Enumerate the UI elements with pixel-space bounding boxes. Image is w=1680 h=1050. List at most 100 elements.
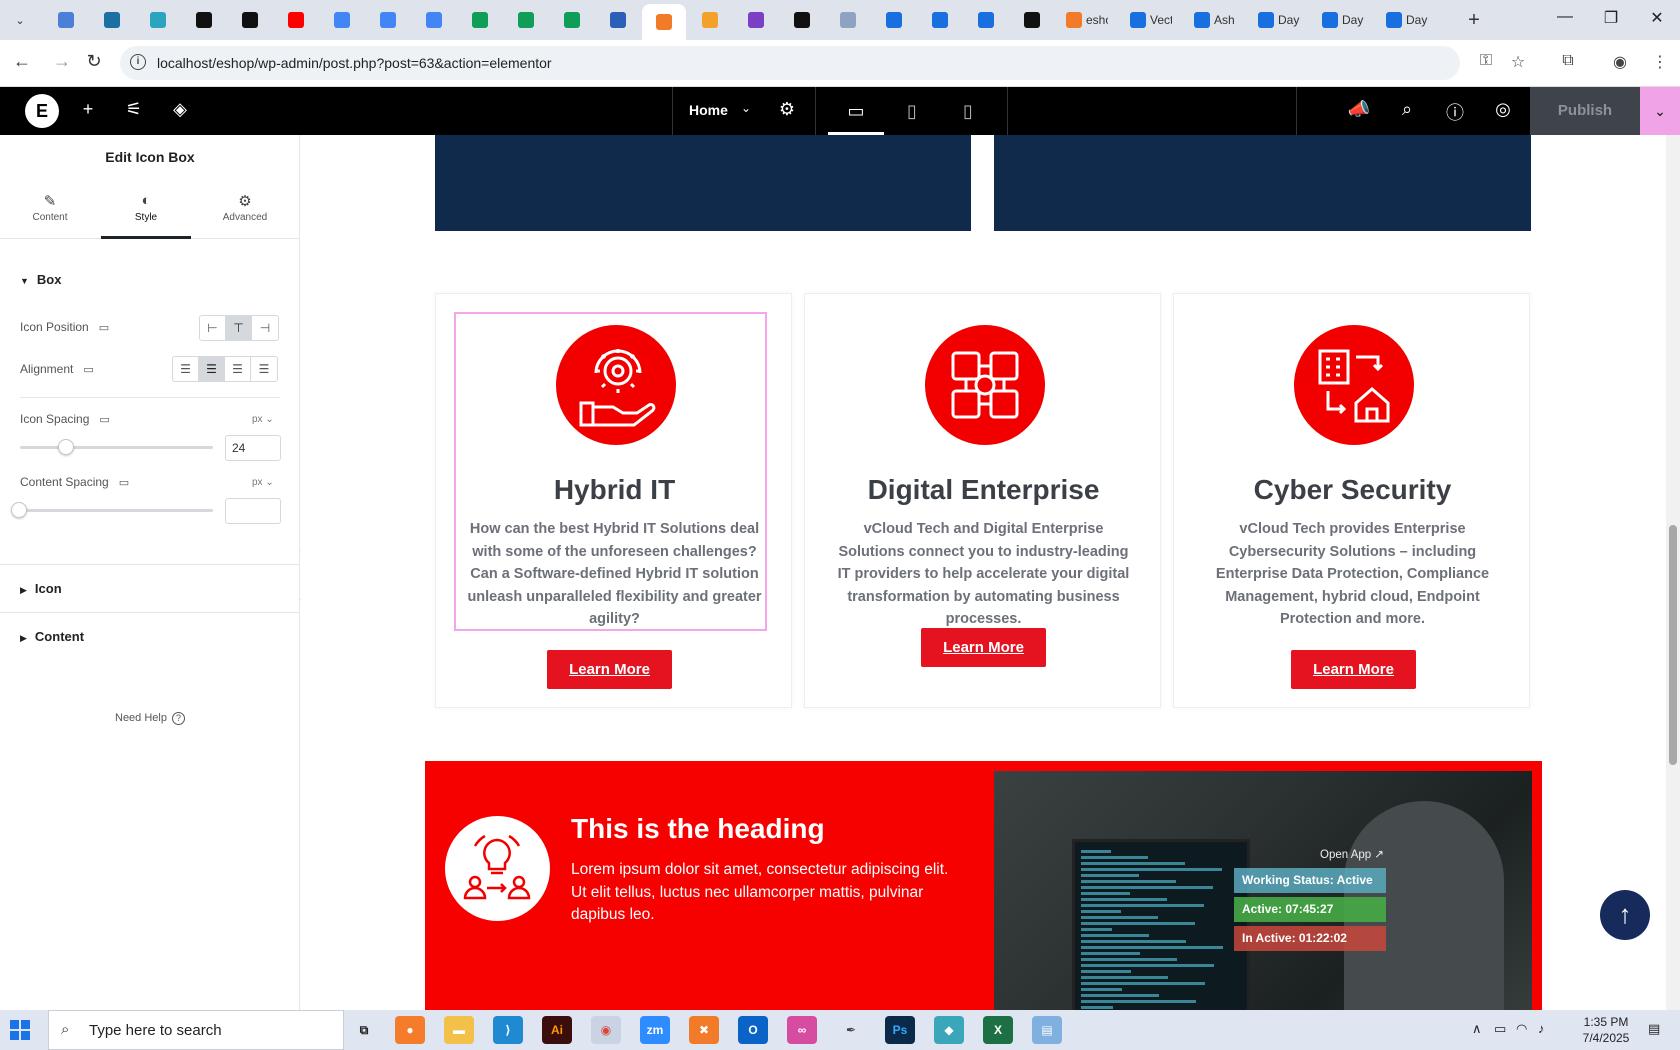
windows-start-icon[interactable] xyxy=(10,1020,30,1040)
xampp-icon[interactable]: ✖ xyxy=(689,1016,719,1044)
lightbulb-ideas-team-icon[interactable] xyxy=(445,816,550,921)
align-justify-icon[interactable]: ☰ xyxy=(251,357,277,381)
desktop-responsive-icon[interactable]: ▭ xyxy=(119,476,129,489)
browser-tab[interactable]: Day xyxy=(1312,6,1374,34)
photoshop-icon[interactable]: Ps xyxy=(885,1016,915,1044)
icon-box-card[interactable]: Digital Enterprise vCloud Tech and Digit… xyxy=(804,293,1161,708)
site-settings-icon[interactable]: ⚟ xyxy=(122,99,146,120)
zoom-icon[interactable]: zm xyxy=(640,1016,670,1044)
learn-more-button[interactable]: Learn More xyxy=(547,650,672,689)
icon-spacing-slider-track[interactable] xyxy=(20,446,213,449)
browser-tab[interactable] xyxy=(504,6,548,34)
task-view-icon[interactable]: ⧉ xyxy=(349,1016,379,1044)
elementor-logo-button[interactable]: E xyxy=(25,94,59,128)
building-to-house-relocation-icon[interactable] xyxy=(1294,325,1414,445)
learn-more-button[interactable]: Learn More xyxy=(1291,650,1416,689)
browser-tab[interactable] xyxy=(688,6,732,34)
browser-tab[interactable] xyxy=(182,6,226,34)
tray-network-icon[interactable]: ▭ xyxy=(1494,1021,1506,1037)
tab-search-dropdown[interactable]: ⌄ xyxy=(6,6,34,34)
tray-chevron-up-icon[interactable]: ∧ xyxy=(1472,1021,1482,1037)
notification-center-icon[interactable]: ▤ xyxy=(1648,1021,1660,1037)
url-omnibox[interactable]: i localhost/eshop/wp-admin/post.php?post… xyxy=(120,46,1460,80)
minimize-icon[interactable]: — xyxy=(1550,8,1580,26)
browser-tab[interactable] xyxy=(872,6,916,34)
extensions-icon[interactable]: ⧉ xyxy=(1556,52,1580,70)
scrollbar-thumb[interactable] xyxy=(1669,525,1677,765)
icon-position-top-icon[interactable]: ⊤ xyxy=(226,316,252,340)
browser-tab[interactable]: Vect xyxy=(1120,6,1182,34)
open-app-link[interactable]: Open App ↗ xyxy=(1320,847,1384,861)
browser-tab[interactable] xyxy=(964,6,1008,34)
tray-volume-icon[interactable]: ♪ xyxy=(1538,1021,1545,1036)
section-box-toggle[interactable]: ▼ Box xyxy=(20,272,61,287)
icon-spacing-input[interactable]: 24 xyxy=(225,435,281,461)
tab-content[interactable]: ✎ Content xyxy=(5,185,95,239)
url-text[interactable]: localhost/eshop/wp-admin/post.php?post=6… xyxy=(157,55,552,71)
browser-tab[interactable] xyxy=(44,6,88,34)
puzzle-hands-teamwork-icon[interactable] xyxy=(925,325,1045,445)
password-key-icon[interactable]: ⚿ xyxy=(1474,52,1498,70)
navy-column-right[interactable] xyxy=(994,135,1531,231)
creative-cloud-icon[interactable]: ∞ xyxy=(787,1016,817,1044)
illustrator-icon[interactable]: Ai xyxy=(542,1016,572,1044)
bookmark-star-icon[interactable]: ☆ xyxy=(1506,52,1530,72)
restore-icon[interactable]: ❐ xyxy=(1596,8,1626,28)
icon-position-right-icon[interactable]: ⊣ xyxy=(252,316,278,340)
browser-menu-icon[interactable]: ⋮ xyxy=(1648,52,1672,72)
browser-tab[interactable]: Day xyxy=(1376,6,1438,34)
publish-options-chevron-icon[interactable]: ⌄ xyxy=(1640,87,1680,135)
section-content-toggle[interactable]: ▶ Content xyxy=(20,629,84,644)
red-feature-section[interactable]: This is the heading Lorem ipsum dolor si… xyxy=(425,761,1542,1010)
profile-avatar[interactable]: ◉ xyxy=(1608,52,1632,72)
browser-tab[interactable]: Day xyxy=(1248,6,1310,34)
desktop-device-icon[interactable]: ▭ xyxy=(828,87,884,135)
browser-tab[interactable] xyxy=(734,6,778,34)
outlook-icon[interactable]: O xyxy=(738,1016,768,1044)
new-tab-button[interactable]: + xyxy=(1460,6,1488,34)
file-explorer-icon[interactable]: ▬ xyxy=(444,1016,474,1044)
desktop-responsive-icon[interactable]: ▭ xyxy=(83,363,93,376)
page-selector[interactable]: Home ⌄ ⚙ xyxy=(672,87,816,135)
pen-tool-icon[interactable]: ✒ xyxy=(836,1016,866,1044)
notifications-megaphone-icon[interactable]: 📣 xyxy=(1347,99,1371,120)
browser-tab[interactable] xyxy=(136,6,180,34)
publish-button[interactable]: Publish xyxy=(1530,87,1640,135)
browser-tab[interactable] xyxy=(366,6,410,34)
mobile-device-icon[interactable]: ▯ xyxy=(940,87,996,135)
content-spacing-slider-track[interactable] xyxy=(20,509,213,512)
preview-eye-icon[interactable]: ◎ xyxy=(1491,99,1515,120)
reload-button[interactable]: ↻ xyxy=(82,51,106,72)
tab-advanced[interactable]: ⚙ Advanced xyxy=(200,185,290,239)
browser-tab[interactable] xyxy=(90,6,134,34)
browser-tab[interactable] xyxy=(320,6,364,34)
browser-tab[interactable]: esho xyxy=(1056,6,1118,34)
browser-tab[interactable] xyxy=(826,6,870,34)
tablet-device-icon[interactable]: ▯ xyxy=(884,87,940,135)
browser-tab[interactable] xyxy=(918,6,962,34)
desktop-responsive-icon[interactable]: ▭ xyxy=(99,413,109,426)
notepad-icon[interactable]: ▤ xyxy=(1032,1016,1062,1044)
add-element-icon[interactable]: + xyxy=(76,99,100,120)
content-spacing-slider-handle[interactable] xyxy=(11,502,27,518)
browser-tab[interactable] xyxy=(274,6,318,34)
icon-spacing-unit-select[interactable]: px ⌄ xyxy=(252,414,274,425)
close-icon[interactable]: ✕ xyxy=(1642,8,1672,28)
icon-spacing-slider-handle[interactable] xyxy=(58,439,75,455)
tab-style[interactable]: ◐ Style xyxy=(101,185,191,239)
chrome-icon[interactable]: ◉ xyxy=(591,1016,621,1044)
excel-icon[interactable]: X xyxy=(983,1016,1013,1044)
tray-wifi-icon[interactable]: ◠ xyxy=(1516,1021,1527,1037)
help-icon[interactable]: ⓘ xyxy=(1443,99,1467,125)
app-diamond-icon[interactable]: ◆ xyxy=(934,1016,964,1044)
align-center-icon[interactable]: ☰ xyxy=(199,357,225,381)
vscode-icon[interactable]: ⟩ xyxy=(493,1016,523,1044)
browser-tab[interactable] xyxy=(642,4,686,40)
navy-column-left[interactable] xyxy=(435,135,971,231)
taskbar-search-box[interactable]: ⌕ Type here to search xyxy=(48,1010,344,1050)
content-spacing-unit-select[interactable]: px ⌄ xyxy=(252,477,274,488)
site-info-icon[interactable]: i xyxy=(130,54,146,70)
need-help-link[interactable]: Need Help? xyxy=(0,712,300,725)
back-button[interactable]: ← xyxy=(10,51,34,72)
align-right-icon[interactable]: ☰ xyxy=(225,357,251,381)
